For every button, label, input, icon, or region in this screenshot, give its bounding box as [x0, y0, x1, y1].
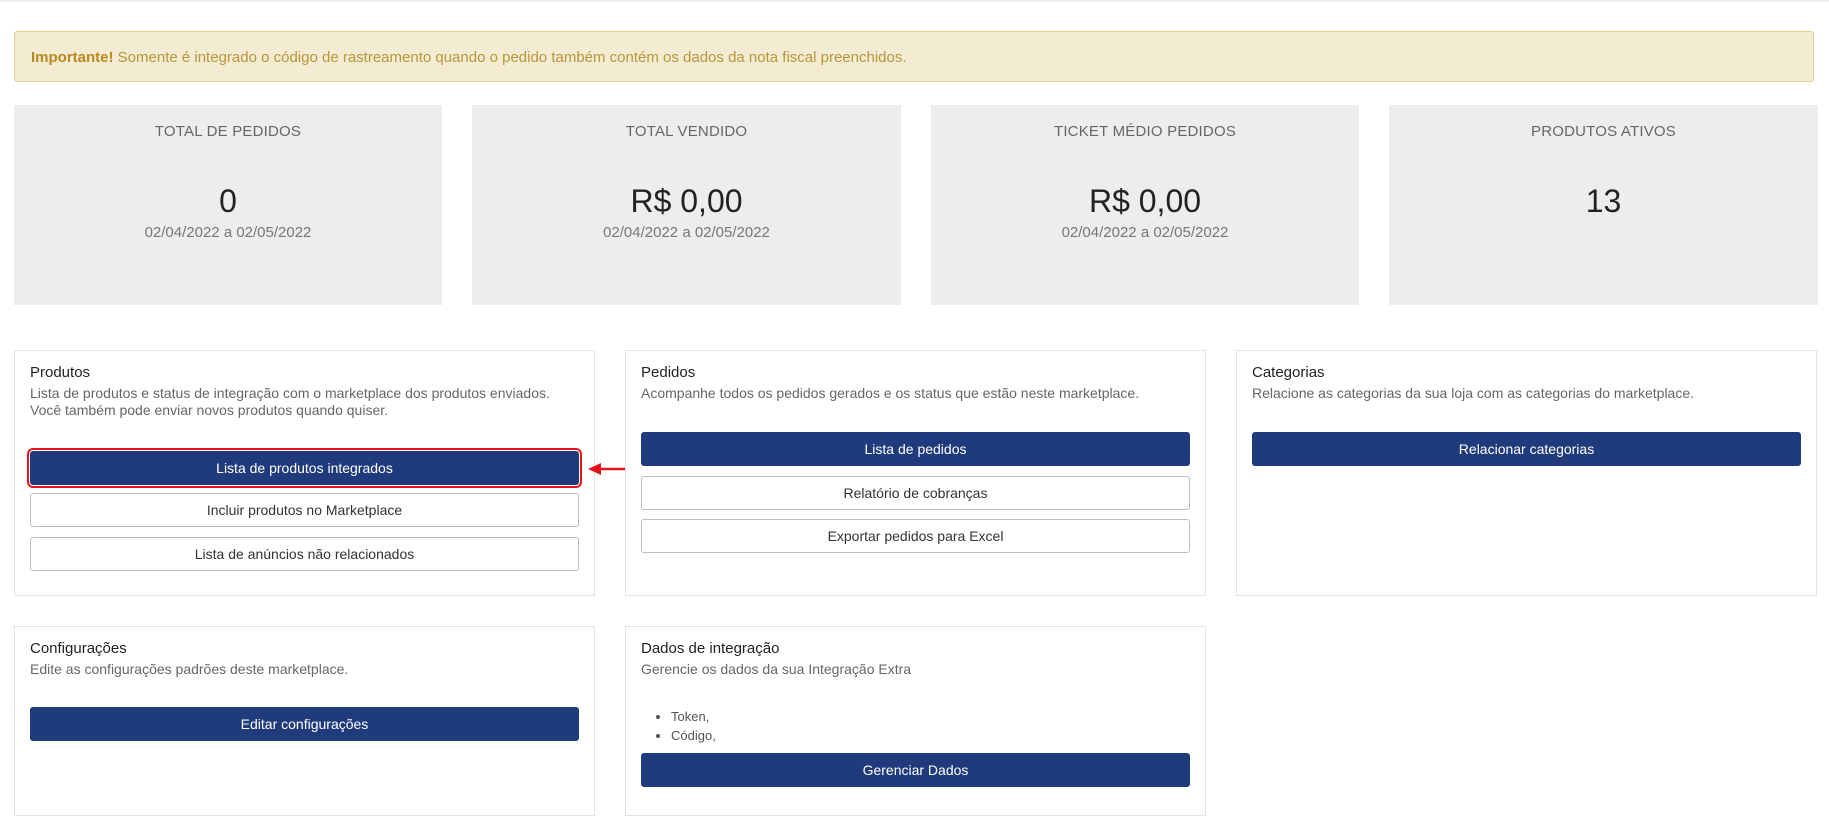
list-item: Token, — [671, 707, 716, 726]
stat-title: TICKET MÉDIO PEDIDOS — [1053, 123, 1237, 140]
stat-title: TOTAL DE PEDIDOS — [154, 123, 302, 140]
anuncios-nao-relacionados-button[interactable]: Lista de anúncios não relacionados — [30, 537, 579, 571]
stat-title: TOTAL VENDIDO — [625, 123, 748, 140]
card-title: Configurações — [30, 640, 127, 657]
stat-produtos-ativos: PRODUTOS ATIVOS 13 — [1389, 105, 1818, 305]
card-description: Acompanhe todos os pedidos gerados e os … — [641, 385, 1140, 401]
pedidos-card: Pedidos Acompanhe todos os pedidos gerad… — [625, 350, 1206, 596]
card-description: Edite as configurações padrões deste mar… — [30, 661, 349, 677]
editar-configuracoes-button[interactable]: Editar configurações — [30, 707, 579, 741]
integration-data-list: Token, Código, — [659, 707, 716, 745]
card-title: Categorias — [1252, 364, 1325, 381]
stat-period: 02/04/2022 a 02/05/2022 — [144, 224, 312, 241]
relatorio-cobrancas-button[interactable]: Relatório de cobranças — [641, 476, 1190, 510]
alert-text: Somente é integrado o código de rastream… — [113, 49, 907, 66]
card-title: Pedidos — [641, 364, 696, 381]
configuracoes-card: Configurações Edite as configurações pad… — [14, 626, 595, 816]
alert-strong: Importante! — [31, 49, 114, 66]
incluir-produtos-button[interactable]: Incluir produtos no Marketplace — [30, 493, 579, 527]
gerenciar-dados-button[interactable]: Gerenciar Dados — [641, 753, 1190, 787]
lista-produtos-integrados-button[interactable]: Lista de produtos integrados — [27, 448, 582, 488]
stat-total-pedidos: TOTAL DE PEDIDOS 0 02/04/2022 a 02/05/20… — [14, 105, 442, 305]
card-description: Relacione as categorias da sua loja com … — [1252, 385, 1695, 401]
desc-line: Lista de produtos e status de integração… — [30, 385, 550, 401]
stat-total-vendido: TOTAL VENDIDO R$ 0,00 02/04/2022 a 02/05… — [472, 105, 901, 305]
stat-ticket-medio: TICKET MÉDIO PEDIDOS R$ 0,00 02/04/2022 … — [931, 105, 1359, 305]
important-alert: Importante! Somente é integrado o código… — [14, 31, 1814, 82]
exportar-excel-button[interactable]: Exportar pedidos para Excel — [641, 519, 1190, 553]
dados-integracao-card: Dados de integração Gerencie os dados da… — [625, 626, 1206, 816]
card-title: Produtos — [30, 364, 91, 381]
stat-value: R$ 0,00 — [630, 183, 743, 219]
card-title: Dados de integração — [641, 640, 780, 657]
relacionar-categorias-button[interactable]: Relacionar categorias — [1252, 432, 1801, 466]
desc-line: Você também pode enviar novos produtos q… — [30, 402, 389, 418]
list-item: Código, — [671, 726, 716, 745]
stat-value: R$ 0,00 — [1088, 183, 1202, 219]
stat-period: 02/04/2022 a 02/05/2022 — [1061, 224, 1229, 241]
lista-pedidos-button[interactable]: Lista de pedidos — [641, 432, 1190, 466]
card-description: Gerencie os dados da sua Integração Extr… — [641, 661, 912, 677]
stat-value: 13 — [1585, 183, 1622, 219]
top-divider — [0, 0, 1829, 2]
stat-value: 0 — [219, 183, 237, 219]
stat-title: PRODUTOS ATIVOS — [1531, 123, 1676, 140]
card-description: Lista de produtos e status de integração… — [30, 385, 582, 419]
stat-period: 02/04/2022 a 02/05/2022 — [603, 224, 770, 241]
produtos-card: Produtos Lista de produtos e status de i… — [14, 350, 595, 596]
categorias-card: Categorias Relacione as categorias da su… — [1236, 350, 1817, 596]
